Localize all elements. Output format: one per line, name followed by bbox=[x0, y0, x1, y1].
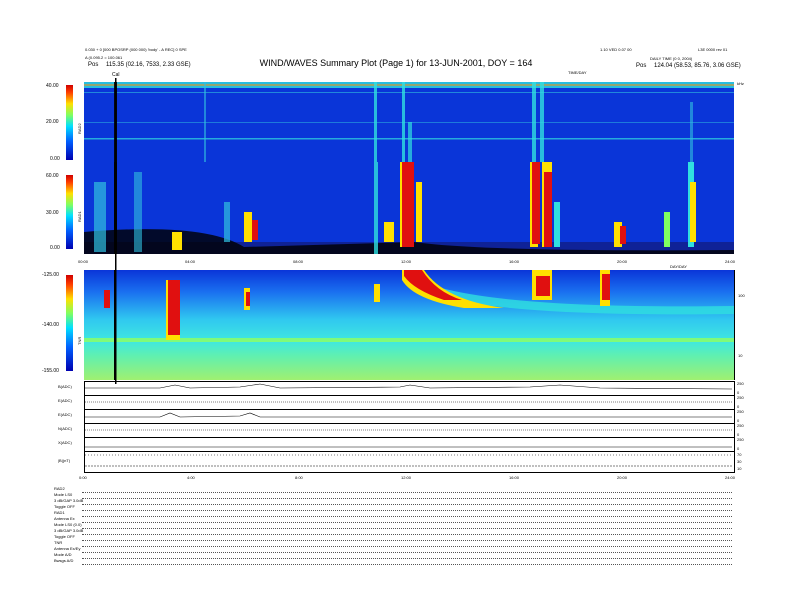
bottom-x-tick: 0:00 bbox=[79, 475, 87, 480]
rad1-colorbar bbox=[66, 175, 73, 249]
rad2-name-label: RAD2 bbox=[77, 123, 82, 134]
bottom-x-tick: 4:00 bbox=[187, 475, 195, 480]
trace-panel-6 bbox=[84, 451, 735, 473]
tnr-colorbar bbox=[66, 275, 73, 371]
rad2-cbar-tick-top: 40.00 bbox=[46, 83, 59, 89]
rad1-x-tick: 04:00 bbox=[185, 259, 196, 264]
info-dotted-line bbox=[82, 498, 732, 499]
tnr-spectrogram-svg bbox=[84, 270, 734, 380]
tnr-right-tick-10: 10 bbox=[738, 353, 743, 358]
rad2-colorbar bbox=[66, 85, 73, 160]
rad1-x-note: DAY/DAY bbox=[670, 264, 687, 269]
rad1-cbar-tick-mid: 30.00 bbox=[46, 210, 59, 216]
khz-label: kHz bbox=[737, 81, 744, 86]
rad1-cbar-tick-top: 60.00 bbox=[46, 173, 59, 179]
info-dotted-line bbox=[82, 522, 732, 523]
bottom-x-tick: 20:00 bbox=[617, 475, 628, 480]
bottom-x-tick: 24:00 bbox=[725, 475, 736, 480]
trace-right-tick: 0 bbox=[737, 446, 740, 451]
trace-right-tick: 250 bbox=[737, 395, 744, 400]
tnr-right-axis bbox=[734, 270, 735, 380]
tnr-right-tick-100: 100 bbox=[738, 293, 745, 298]
rad1-spectrogram bbox=[84, 162, 734, 254]
page-title: WIND/WAVES Summary Plot (Page 1) for 13-… bbox=[259, 58, 533, 68]
trace-label: |B|(nT) bbox=[58, 458, 71, 463]
rad1-x-tick: 00:00 bbox=[78, 259, 89, 264]
rad1-cbar-tick-bot: 0.00 bbox=[50, 245, 60, 251]
trace-right-tick: 250 bbox=[737, 423, 744, 428]
trace-label: N(ADC) bbox=[58, 426, 72, 431]
bottom-x-tick: 16:00 bbox=[509, 475, 520, 480]
info-dotted-line bbox=[82, 504, 732, 505]
info-dotted-line bbox=[82, 492, 732, 493]
header-left-line1: 0.030 + 0 [000 BPOSRP (000 000) 'body' -… bbox=[85, 47, 187, 52]
rad1-x-tick: 24:00 bbox=[725, 259, 736, 264]
trace-label: E(ADC) bbox=[58, 398, 72, 403]
info-dotted-line bbox=[82, 558, 732, 559]
info-dotted-line bbox=[82, 534, 732, 535]
info-dotted-line bbox=[82, 516, 732, 517]
header-right-line2b: TIME/DAY bbox=[568, 70, 587, 75]
rad2-cbar-tick-bot: 0.00 bbox=[50, 156, 60, 162]
info-dotted-line bbox=[82, 528, 732, 529]
trace-right-tick: 30 bbox=[737, 459, 742, 464]
info-dotted-line bbox=[82, 564, 732, 565]
info-line: Bwsgs A/D bbox=[54, 558, 74, 563]
trace-right-tick: 70 bbox=[737, 452, 742, 457]
info-dotted-line bbox=[82, 552, 732, 553]
trace-right-tick: 250 bbox=[737, 409, 744, 414]
trace-label: E(ADC) bbox=[58, 412, 72, 417]
tnr-cbar-tick-bot: -155.00 bbox=[42, 368, 59, 374]
rad2-cbar-tick-mid: 20.00 bbox=[46, 119, 59, 125]
tnr-cbar-tick-mid: -140.00 bbox=[42, 322, 59, 328]
trace-right-tick: 250 bbox=[737, 381, 744, 386]
tnr-spectrogram bbox=[84, 270, 734, 380]
bottom-x-tick: 12:00 bbox=[401, 475, 412, 480]
rad1-name-label: RAD1 bbox=[77, 211, 82, 222]
info-dotted-line bbox=[82, 540, 732, 541]
tnr-cbar-tick-top: -125.00 bbox=[42, 272, 59, 278]
trace-right-tick: 10 bbox=[737, 466, 742, 471]
rad1-x-tick: 08:00 bbox=[293, 259, 304, 264]
tnr-name-label: TNR bbox=[77, 336, 82, 345]
rad1-x-tick: 20:00 bbox=[617, 259, 628, 264]
rad1-spectrogram-svg bbox=[84, 162, 734, 254]
rad1-x-tick: 12:00 bbox=[401, 259, 412, 264]
rad2-spectrogram-svg bbox=[84, 82, 734, 162]
info-dotted-line bbox=[82, 546, 732, 547]
header-right-line1: 1.10 VED 0.07 00 bbox=[600, 47, 632, 52]
trace-label: B(ADC) bbox=[58, 384, 72, 389]
info-block: RAD2 Mode LS0 3 dB/GAP 3.0dB Toggle OFF … bbox=[54, 486, 83, 564]
trace-right-tick: 250 bbox=[737, 437, 744, 442]
cal-label: Cal bbox=[112, 72, 120, 78]
rad1-x-tick: 16:00 bbox=[509, 259, 520, 264]
trace-label: X(ADC) bbox=[58, 440, 72, 445]
rad2-spectrogram bbox=[84, 82, 734, 162]
bottom-x-tick: 8:00 bbox=[295, 475, 303, 480]
info-dotted-line bbox=[82, 510, 732, 511]
header-right-line1b: L3E 0000 rev 01 bbox=[698, 47, 728, 52]
